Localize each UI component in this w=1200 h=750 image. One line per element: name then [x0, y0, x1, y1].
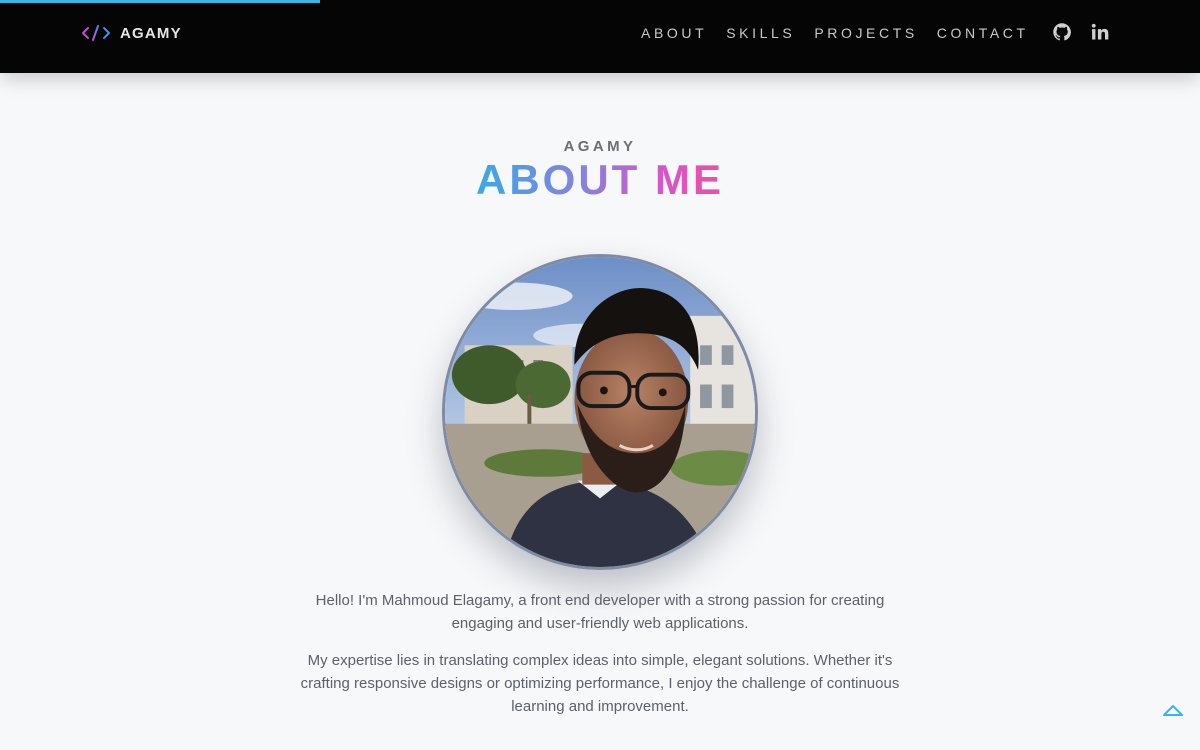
nav-link-skills[interactable]: SKILLS — [726, 24, 795, 42]
nav-link-about[interactable]: ABOUT — [641, 24, 707, 42]
about-description: Hello! I'm Mahmoud Elagamy, a front end … — [300, 589, 900, 732]
scroll-to-top-icon[interactable] — [1162, 702, 1184, 718]
nav-link-projects[interactable]: PROJECTS — [814, 24, 917, 42]
section-title: ABOUT ME — [0, 156, 1200, 204]
nav-menu: ABOUT SKILLS PROJECTS CONTACT — [641, 24, 1029, 42]
about-paragraph-1: Hello! I'm Mahmoud Elagamy, a front end … — [315, 592, 885, 632]
github-icon[interactable] — [1052, 22, 1072, 42]
linkedin-icon[interactable] — [1090, 22, 1110, 42]
section-eyebrow: AGAMY — [563, 138, 637, 155]
navbar: AGAMY ABOUT SKILLS PROJECTS CONTACT — [0, 0, 1200, 73]
code-brackets-icon — [82, 25, 110, 41]
nav-link-contact[interactable]: CONTACT — [937, 24, 1029, 42]
brand-name: AGAMY — [120, 24, 182, 42]
brand-logo[interactable]: AGAMY — [80, 22, 182, 44]
scroll-progress-bar — [0, 0, 320, 3]
profile-photo — [442, 254, 758, 570]
social-links — [1052, 22, 1110, 42]
about-paragraph-2: My expertise lies in translating complex… — [300, 652, 900, 715]
section-title-text: ABOUT ME — [476, 156, 724, 203]
